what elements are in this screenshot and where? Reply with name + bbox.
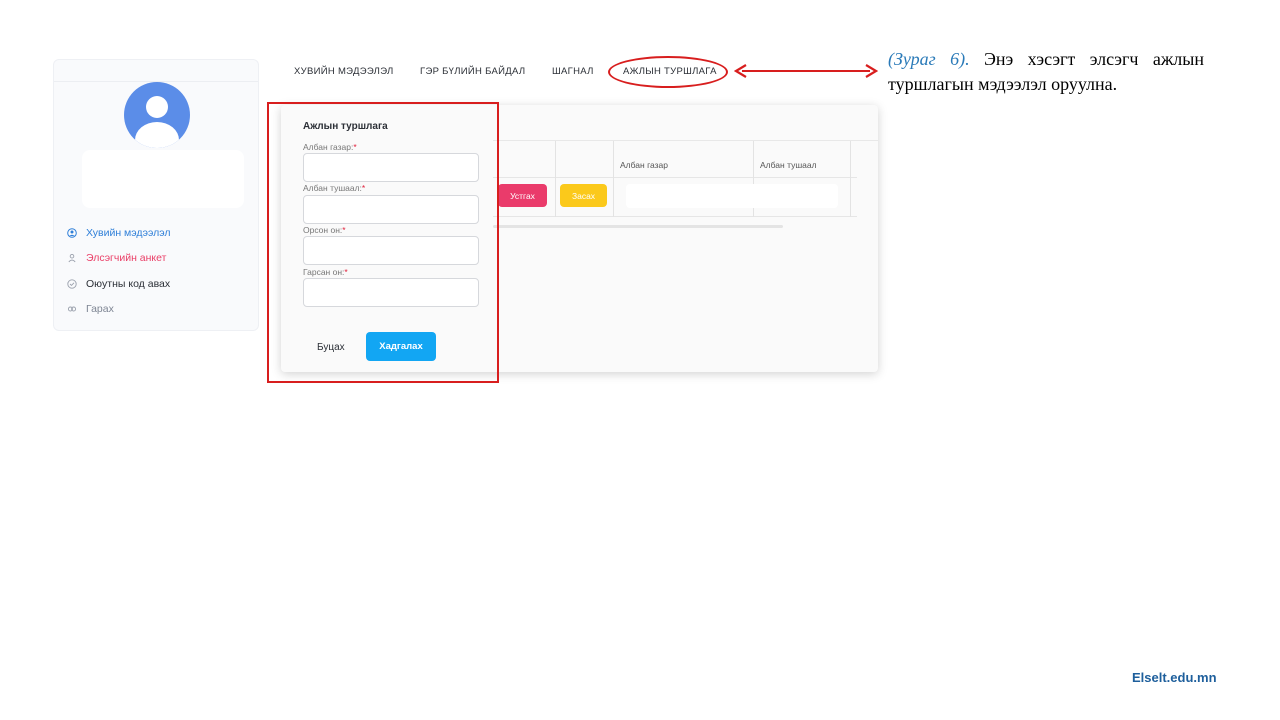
sidebar-topbar xyxy=(54,60,258,82)
tab-highlight-oval xyxy=(608,56,728,88)
user-icon xyxy=(66,253,78,263)
footer-brand: Elselt.edu.mn xyxy=(1132,670,1217,685)
check-circle-icon xyxy=(66,279,78,289)
avatar xyxy=(124,82,190,148)
user-name-box xyxy=(82,150,244,208)
sidebar-item-label: Оюутны код авах xyxy=(86,277,171,290)
table-divider xyxy=(850,141,851,217)
sidebar-item-student-code[interactable]: Оюутны код авах xyxy=(66,271,256,297)
form-highlight-box xyxy=(267,102,499,383)
avatar-head xyxy=(146,96,168,118)
column-header-position[interactable]: Албан тушаал xyxy=(760,160,817,170)
logout-icon xyxy=(66,304,78,314)
sidebar-item-personal-info[interactable]: Хувийн мэдээлэл xyxy=(66,220,256,246)
sidebar-item-logout[interactable]: Гарах xyxy=(66,297,256,323)
double-arrow-icon xyxy=(734,64,878,78)
annotation-text: (Зураг 6). Энэ хэсэгт элсэгч ажлын туршл… xyxy=(888,47,1204,97)
edit-button[interactable]: Засах xyxy=(560,184,607,207)
user-circle-icon xyxy=(66,227,78,238)
tab-awards[interactable]: ШАГНАЛ xyxy=(552,66,594,77)
figure-reference: (Зураг 6). xyxy=(888,49,970,69)
panel-header xyxy=(493,105,878,141)
sidebar-menu: Хувийн мэдээлэл Элсэгчийн анкет Оюутны к… xyxy=(66,220,256,322)
delete-button[interactable]: Устгах xyxy=(498,184,547,207)
tab-family-status[interactable]: ГЭР БҮЛИЙН БАЙДАЛ xyxy=(420,66,525,77)
column-header-organization[interactable]: Албан газар xyxy=(620,160,668,170)
sidebar-item-label: Хувийн мэдээлэл xyxy=(86,226,171,239)
horizontal-scrollbar[interactable] xyxy=(493,225,783,228)
sidebar-item-applicant-form[interactable]: Элсэгчийн анкет xyxy=(66,246,256,272)
sidebar-item-label: Гарах xyxy=(86,303,114,316)
avatar-body xyxy=(135,122,179,148)
table-divider xyxy=(613,141,614,217)
tab-personal-info[interactable]: ХУВИЙН МЭДЭЭЛЭЛ xyxy=(294,66,394,77)
table-cell xyxy=(626,184,838,208)
profile-sidebar: Хувийн мэдээлэл Элсэгчийн анкет Оюутны к… xyxy=(53,59,259,331)
table-divider xyxy=(555,141,556,217)
sidebar-item-label: Элсэгчийн анкет xyxy=(86,252,167,265)
